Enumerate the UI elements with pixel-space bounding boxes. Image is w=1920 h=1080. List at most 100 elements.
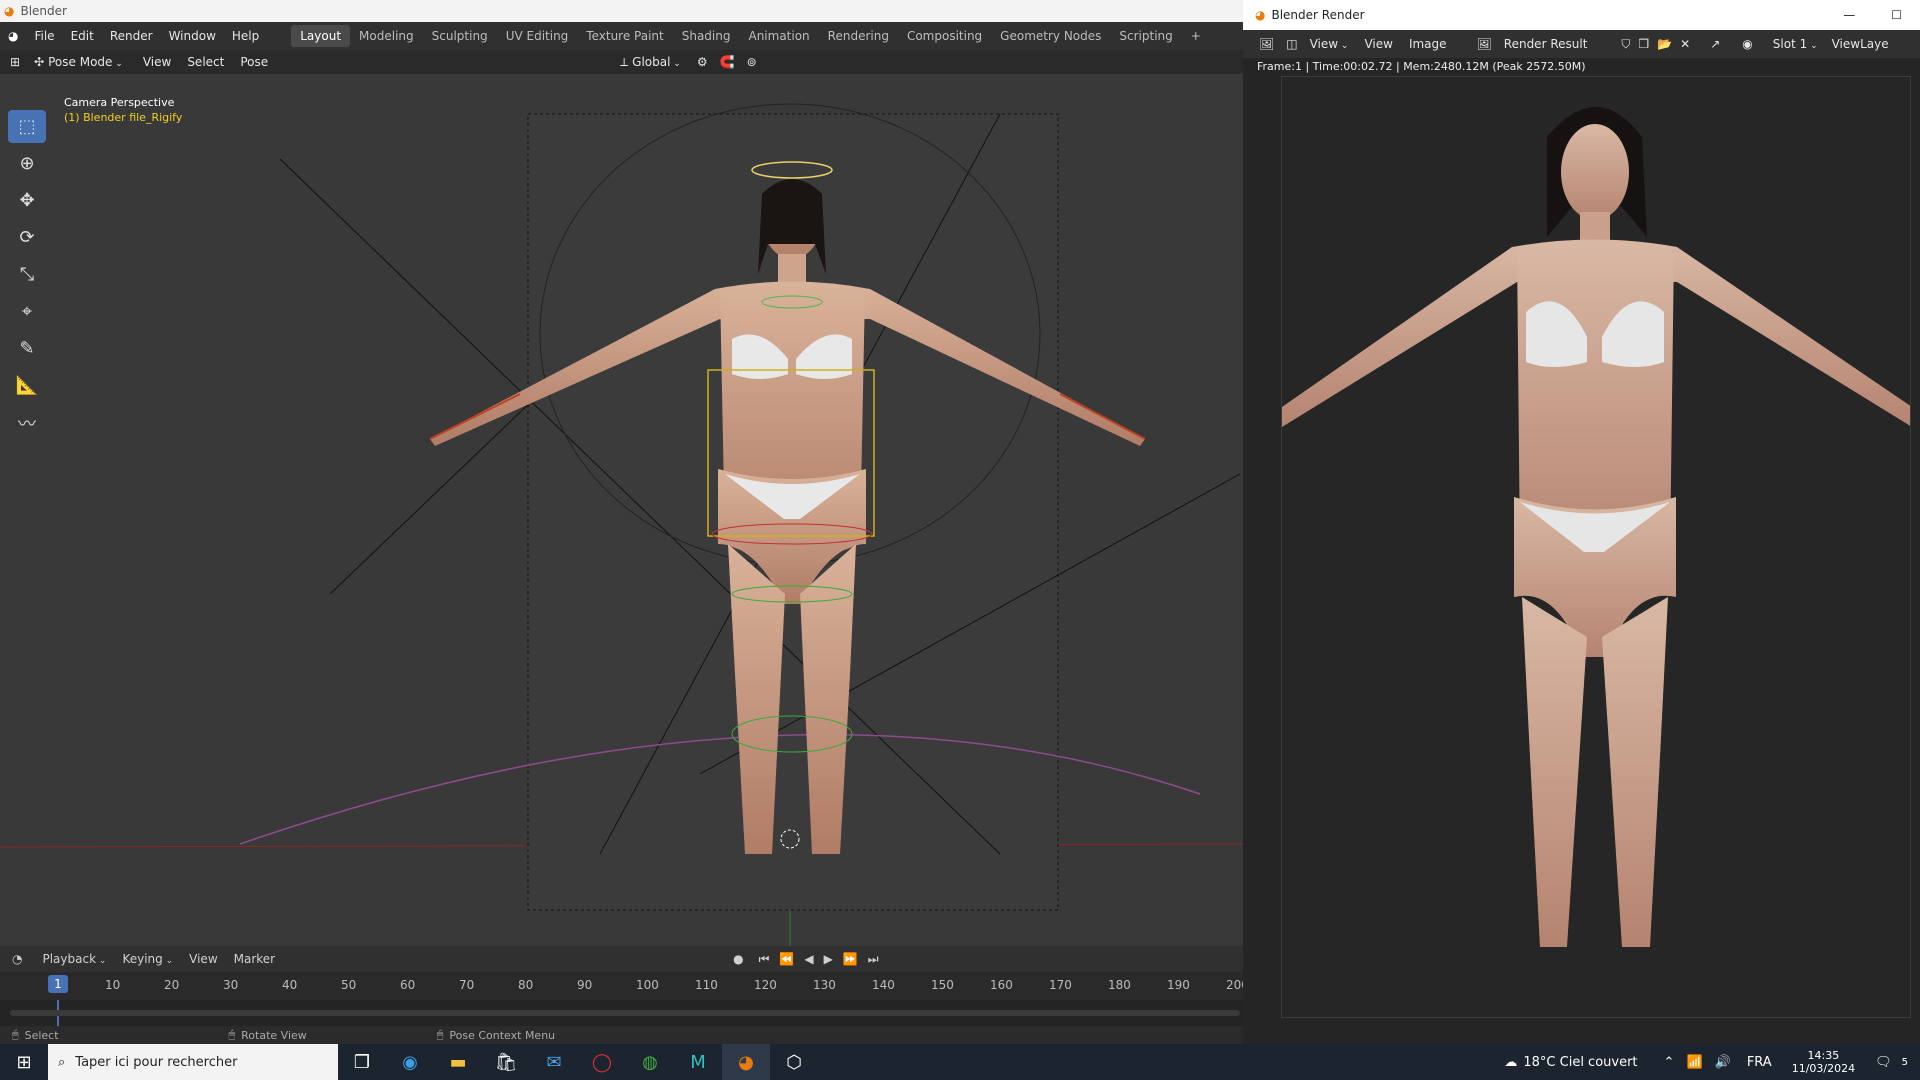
notification-icon[interactable]: 🗨 — [1865, 1055, 1902, 1070]
snap-icon[interactable]: 🧲 — [714, 55, 741, 69]
transform-icon[interactable]: ⌖ — [8, 295, 46, 328]
menu-window[interactable]: Window — [161, 29, 224, 43]
timeline-scrollbar[interactable] — [10, 1010, 1240, 1016]
mouse-right-icon: 🖱 — [436, 1028, 444, 1041]
render-figure — [1282, 107, 1910, 947]
clock[interactable]: 14:35 11/03/2024 — [1782, 1049, 1865, 1075]
network-icon[interactable]: 📶 — [1680, 1055, 1708, 1070]
mode-dropdown[interactable]: Pose Mode — [48, 55, 135, 69]
menu-file[interactable]: File — [26, 29, 62, 43]
play-reverse-icon[interactable]: ◀ — [799, 952, 818, 966]
tab-uv-editing[interactable]: UV Editing — [497, 25, 578, 47]
open-image-icon[interactable]: 📂 — [1653, 37, 1676, 51]
3d-viewport[interactable]: Camera Perspective (1) Blender file_Rigi… — [0, 74, 1243, 946]
frame-tick: 130 — [813, 978, 836, 992]
view-mode-icon[interactable]: ◫ — [1282, 37, 1301, 51]
image-editor-type-icon[interactable]: 🖼 — [1243, 37, 1282, 51]
pivot-icon[interactable]: ⚙ — [691, 55, 714, 69]
tab-shading[interactable]: Shading — [673, 25, 740, 47]
proportional-icon[interactable]: ⊚ — [741, 55, 763, 69]
minimize-icon[interactable]: — — [1825, 8, 1873, 22]
menu-edit[interactable]: Edit — [63, 29, 102, 43]
3d-app-icon[interactable]: ⬡ — [770, 1044, 818, 1080]
measure-icon[interactable]: 📐 — [8, 369, 46, 402]
timeline-menu-keying[interactable]: Keying — [114, 952, 181, 966]
blender-menu-icon[interactable]: ◕ — [0, 29, 26, 43]
jump-start-icon[interactable]: ⏮ — [754, 952, 775, 967]
record-icon[interactable]: ● — [723, 952, 753, 966]
view-layer-dropdown[interactable]: ViewLaye — [1826, 37, 1895, 51]
task-view-icon[interactable]: ❐ — [338, 1044, 386, 1080]
tab-layout[interactable]: Layout — [291, 25, 351, 47]
menu-render[interactable]: Render — [102, 29, 161, 43]
mail-icon[interactable]: ✉ — [530, 1044, 578, 1080]
tab-sculpting[interactable]: Sculpting — [423, 25, 497, 47]
top-menu-bar: ◕ File Edit Render Window Help Layout Mo… — [0, 22, 1243, 50]
weather-text[interactable]: 18°C Ciel couvert — [1523, 1055, 1657, 1070]
annotate-icon[interactable]: ✎ — [8, 332, 46, 365]
tab-scripting[interactable]: Scripting — [1110, 25, 1181, 47]
blender-logo-icon: ◕ — [4, 4, 15, 18]
timeline-menu-playback[interactable]: Playback — [34, 952, 114, 966]
header-menu-view[interactable]: View — [135, 55, 179, 69]
timeline-menu-marker[interactable]: Marker — [226, 952, 283, 966]
sample-tool-icon[interactable]: ↗ — [1700, 37, 1730, 51]
viewport-header: ⊞ ✣ Pose Mode View Select Pose ⟂ Global … — [0, 50, 1243, 74]
frame-tick: 50 — [341, 978, 357, 992]
menu-help[interactable]: Help — [224, 29, 267, 43]
unlink-icon[interactable]: ✕ — [1676, 37, 1700, 51]
blender-taskbar-icon[interactable]: ◕ — [722, 1044, 770, 1080]
timeline-menu-view[interactable]: View — [181, 952, 225, 966]
store-icon[interactable]: 🛍 — [482, 1044, 530, 1080]
language-indicator[interactable]: FRA — [1737, 1055, 1782, 1070]
tab-rendering[interactable]: Rendering — [819, 25, 898, 47]
chrome-icon[interactable]: ◍ — [626, 1044, 674, 1080]
orientation-dropdown[interactable]: Global — [632, 55, 691, 69]
scale-icon[interactable]: ⤡ — [8, 258, 46, 291]
image-name-field[interactable]: Render Result — [1500, 37, 1618, 51]
curve-icon[interactable]: 〰 — [8, 406, 46, 439]
tab-compositing[interactable]: Compositing — [898, 25, 991, 47]
malwarebytes-icon[interactable]: M — [674, 1044, 722, 1080]
header-menu-select[interactable]: Select — [179, 55, 232, 69]
cursor-icon[interactable]: ⊕ — [8, 147, 46, 180]
maximize-icon[interactable]: ☐ — [1873, 8, 1920, 22]
header-menu-pose[interactable]: Pose — [232, 55, 276, 69]
timeline-editor-icon[interactable]: ◔ — [0, 952, 34, 966]
tab-modeling[interactable]: Modeling — [350, 25, 423, 47]
render-window-titlebar: ◕ Blender Render — ☐ — [1243, 0, 1920, 30]
edge-icon[interactable]: ◉ — [386, 1044, 434, 1080]
new-image-icon[interactable]: ❐ — [1634, 37, 1653, 51]
tray-chevron-icon[interactable]: ⌃ — [1658, 1055, 1681, 1070]
frame-ruler[interactable]: 1 10 20 30 40 50 60 70 80 90 100 110 120 130 140 150 16… — [0, 972, 1249, 1000]
file-explorer-icon[interactable]: ▬ — [434, 1044, 482, 1080]
current-frame-indicator[interactable]: 1 — [48, 975, 68, 993]
play-icon[interactable]: ▶ — [819, 952, 838, 966]
opera-icon[interactable]: ◯ — [578, 1044, 626, 1080]
tab-animation[interactable]: Animation — [739, 25, 818, 47]
render-result-image[interactable] — [1281, 76, 1911, 1018]
slot-dropdown[interactable]: Slot 1 — [1765, 37, 1826, 51]
jump-end-icon[interactable]: ⏭ — [863, 952, 884, 967]
rotate-icon[interactable]: ⟳ — [8, 221, 46, 254]
next-key-icon[interactable]: ⏩ — [838, 952, 863, 966]
fake-user-icon[interactable]: ⛉ — [1617, 37, 1634, 52]
tab-texture-paint[interactable]: Texture Paint — [577, 25, 672, 47]
render-menu-view-dropdown[interactable]: View — [1302, 37, 1357, 51]
mouse-left-icon: 🖱 — [12, 1028, 19, 1041]
frame-tick: 100 — [636, 978, 659, 992]
render-menu-image[interactable]: Image — [1401, 37, 1455, 51]
render-menu-view[interactable]: View — [1356, 37, 1400, 51]
timeline-track[interactable] — [0, 1000, 1243, 1026]
editor-type-icon[interactable]: ⊞ — [0, 55, 30, 69]
image-browse-icon[interactable]: 🖼 — [1455, 37, 1500, 51]
prev-key-icon[interactable]: ⏪ — [774, 952, 799, 966]
volume-icon[interactable]: 🔊 — [1709, 1055, 1737, 1070]
tab-geometry-nodes[interactable]: Geometry Nodes — [991, 25, 1110, 47]
add-workspace-button[interactable]: + — [1182, 25, 1210, 47]
display-channels-icon[interactable]: ◉ — [1730, 37, 1764, 51]
taskbar-search[interactable]: ⌕ Taper ici pour rechercher — [48, 1044, 338, 1080]
select-box-icon[interactable]: ⬚ — [8, 110, 46, 143]
windows-start-icon[interactable]: ⊞ — [0, 1044, 48, 1080]
move-icon[interactable]: ✥ — [8, 184, 46, 217]
